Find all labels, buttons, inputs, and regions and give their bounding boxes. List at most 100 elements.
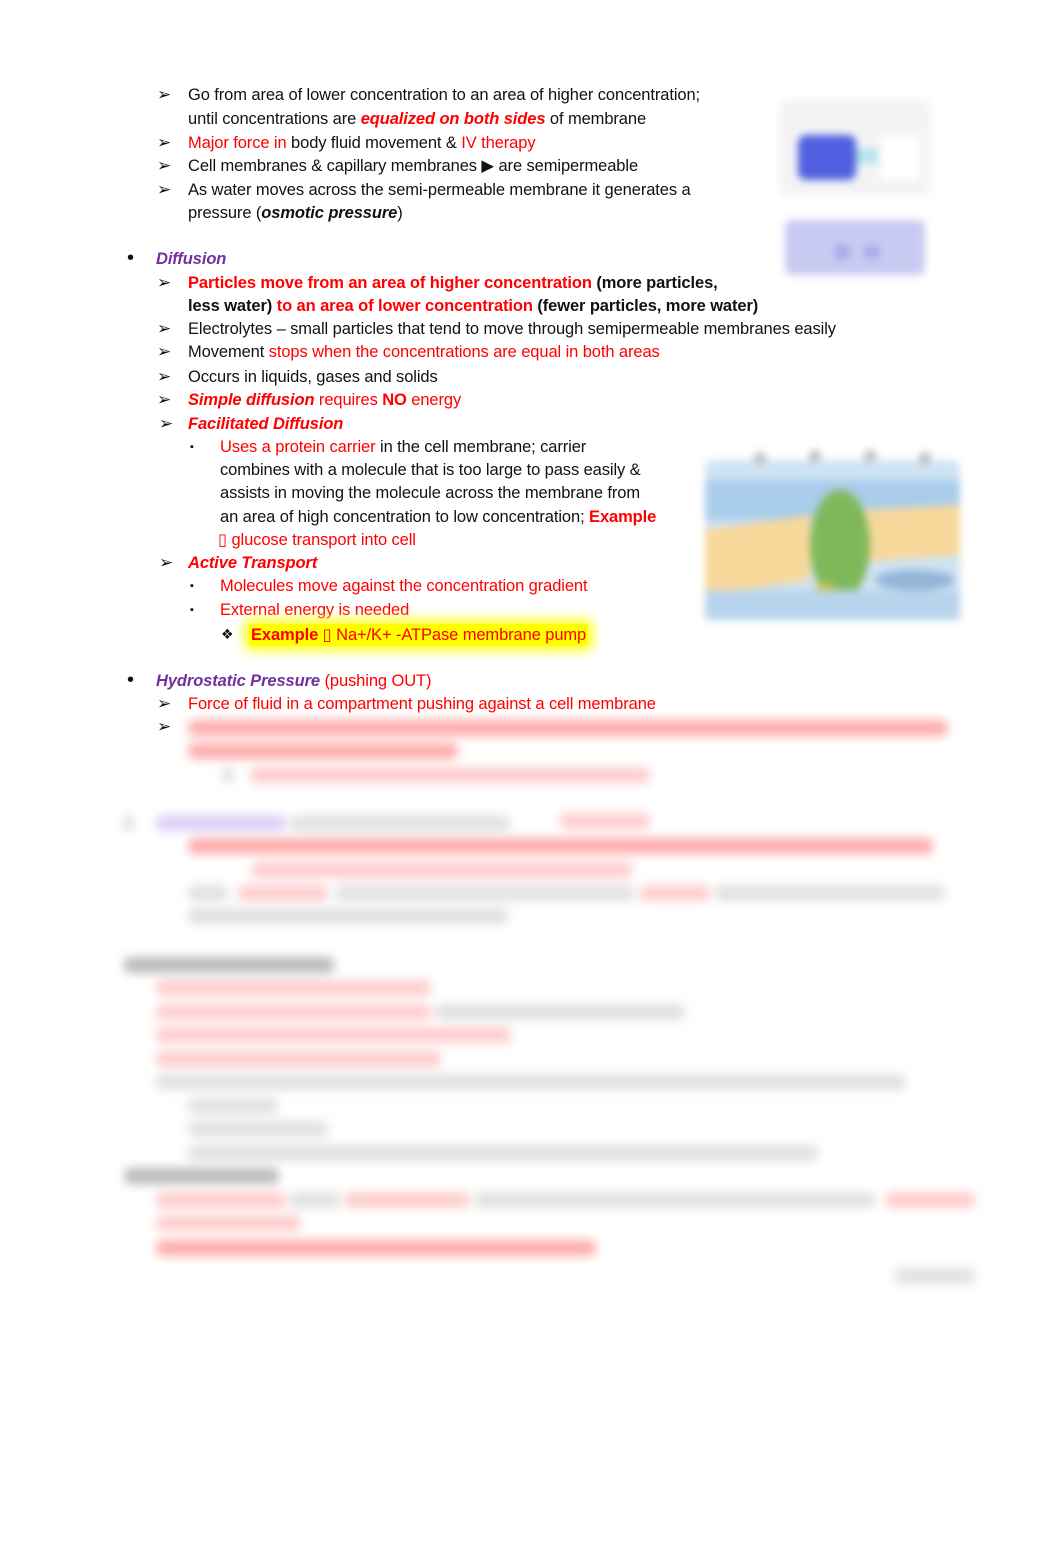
text-run: body fluid movement & — [286, 134, 462, 152]
facilitated-line-4: an area of high concentration to low con… — [220, 506, 656, 528]
text-run: (pushing OUT) — [320, 672, 432, 690]
blurred-bullet — [122, 815, 134, 831]
blurred-line — [475, 1192, 875, 1208]
facilitated-line-1: Uses a protein carrier in the cell membr… — [220, 436, 586, 458]
facilitated-line-3: assists in moving the molecule across th… — [220, 484, 641, 502]
diamond-bullet-icon: ❖ — [221, 626, 234, 642]
text-run: IV therapy — [461, 134, 536, 152]
blurred-line — [188, 720, 948, 736]
diffusion-point-2: Electrolytes – small particles that tend… — [188, 320, 836, 338]
diffusion-point-4: Occurs in liquids, gases and solids — [188, 368, 438, 386]
text-run: Particles move from an area of higher co… — [188, 274, 592, 292]
text-run: (more particles, — [591, 274, 718, 292]
blurred-line — [290, 815, 510, 831]
blurred-bullet — [222, 767, 234, 783]
blurred-line — [188, 1121, 328, 1137]
text-run: Uses a protein carrier — [220, 438, 376, 456]
blurred-section-heading — [124, 1168, 279, 1184]
square-bullet-icon: ▪ — [190, 604, 194, 616]
blurred-line — [156, 1051, 441, 1067]
cell-membrane-graphic — [705, 450, 960, 620]
diffusion-point-1-line-2: less water) to an area of lower concentr… — [188, 295, 758, 317]
arrow-bullet-icon: ➢ — [157, 342, 172, 361]
missing-glyph-icon: ▯ — [218, 531, 227, 549]
blurred-line — [188, 908, 508, 924]
blurred-line — [156, 1074, 906, 1090]
blurred-line — [156, 1215, 301, 1231]
emphasis-text: equalized on both sides — [360, 110, 546, 128]
blurred-line — [885, 1192, 975, 1208]
active-transport-point-2: External energy is needed — [220, 601, 410, 619]
text-run: stops when the concentrations are equal … — [268, 343, 660, 361]
arrow-bullet-icon: ➢ — [157, 694, 172, 713]
text-run: are semipermeable — [494, 157, 639, 175]
blurred-line — [188, 743, 458, 759]
osmosis-point-4-line-1: As water moves across the semi-permeable… — [188, 181, 691, 199]
osmosis-diagram — [770, 90, 940, 280]
blurred-line — [335, 885, 635, 901]
blurred-line — [188, 1145, 818, 1161]
diffusion-heading: Diffusion — [156, 250, 227, 268]
dot-bullet-icon: • — [127, 247, 135, 269]
square-bullet-icon: ▪ — [190, 441, 194, 453]
hydrostatic-point-1: Force of fluid in a compartment pushing … — [188, 695, 656, 713]
blurred-line — [156, 1192, 286, 1208]
blurred-line — [188, 885, 228, 901]
text-run: Major force in — [188, 134, 287, 152]
missing-glyph-icon: ▯ — [322, 626, 332, 644]
arrow-bullet-icon: ➢ — [157, 319, 172, 338]
text-run: Example — [251, 626, 319, 644]
arrow-bullet-icon: ➢ — [157, 390, 172, 409]
blurred-section-heading — [124, 957, 334, 973]
osmosis-point-4-line-2: pressure (osmotic pressure) — [188, 202, 403, 224]
blurred-page-number — [895, 1268, 975, 1284]
text-run: pressure ( — [188, 204, 262, 222]
osmosis-point-1-line-2: until concentrations are equalized on bo… — [188, 108, 646, 130]
cell-membrane-protein-carrier-diagram — [700, 450, 965, 625]
osmosis-diagram-graphic — [780, 100, 930, 275]
text-run: in the cell membrane; carrier — [375, 438, 587, 456]
facilitated-line-5: ▯ glucose transport into cell — [218, 529, 416, 551]
blurred-line — [252, 862, 632, 878]
text-run: (fewer particles, more water) — [532, 297, 759, 315]
arrow-bullet-icon: ➢ — [157, 180, 172, 199]
text-run: Cell membranes & capillary membranes — [188, 157, 482, 175]
facilitated-diffusion-heading: Facilitated Diffusion — [188, 415, 344, 433]
arrow-bullet-icon: ➢ — [157, 156, 172, 175]
blurred-line — [345, 1192, 470, 1208]
text-run: Movement — [188, 343, 269, 361]
arrow-bullet-icon: ➢ — [159, 553, 174, 572]
arrow-bullet-icon: ➢ — [157, 133, 172, 152]
text-run: energy — [406, 391, 462, 409]
text-run: ) — [397, 204, 403, 222]
diffusion-point-1-line-1: Particles move from an area of higher co… — [188, 272, 718, 294]
hydrostatic-heading: Hydrostatic Pressure (pushing OUT) — [156, 670, 431, 692]
blurred-heading — [156, 815, 286, 831]
blurred-line — [188, 1098, 278, 1114]
text-run: NO — [382, 391, 407, 409]
active-transport-example: Example ▯ Na+/K+ -ATPase membrane pump — [249, 624, 589, 646]
text-run: Example — [589, 508, 657, 526]
blurred-line — [640, 885, 710, 901]
blurred-line — [156, 1004, 431, 1020]
text-run: of membrane — [545, 110, 647, 128]
blurred-line — [435, 1004, 685, 1020]
text-run: glucose transport into cell — [226, 531, 416, 549]
osmosis-point-1-line-1: Go from area of lower concentration to a… — [188, 86, 701, 104]
active-transport-heading: Active Transport — [188, 554, 318, 572]
right-triangle-icon: ▶ — [481, 157, 494, 175]
arrow-bullet-icon: ➢ — [159, 414, 174, 433]
blurred-line — [250, 767, 650, 783]
document-page: ➢ Go from area of lower concentration to… — [0, 0, 1062, 1556]
arrow-bullet-icon: ➢ — [157, 367, 172, 386]
arrow-bullet-icon: ➢ — [157, 717, 172, 736]
blurred-line — [188, 838, 933, 854]
emphasis-text: Simple diffusion — [188, 391, 315, 409]
text-run: Na+/K+ -ATPase membrane pump — [331, 626, 587, 644]
square-bullet-icon: ▪ — [190, 580, 194, 592]
diffusion-point-3: Movement stops when the concentrations a… — [188, 341, 660, 363]
text-run: an area of high concentration to low con… — [220, 508, 590, 526]
blurred-line — [715, 885, 945, 901]
dot-bullet-icon: • — [127, 669, 135, 691]
osmosis-point-3: Cell membranes & capillary membranes ▶ a… — [188, 155, 638, 177]
